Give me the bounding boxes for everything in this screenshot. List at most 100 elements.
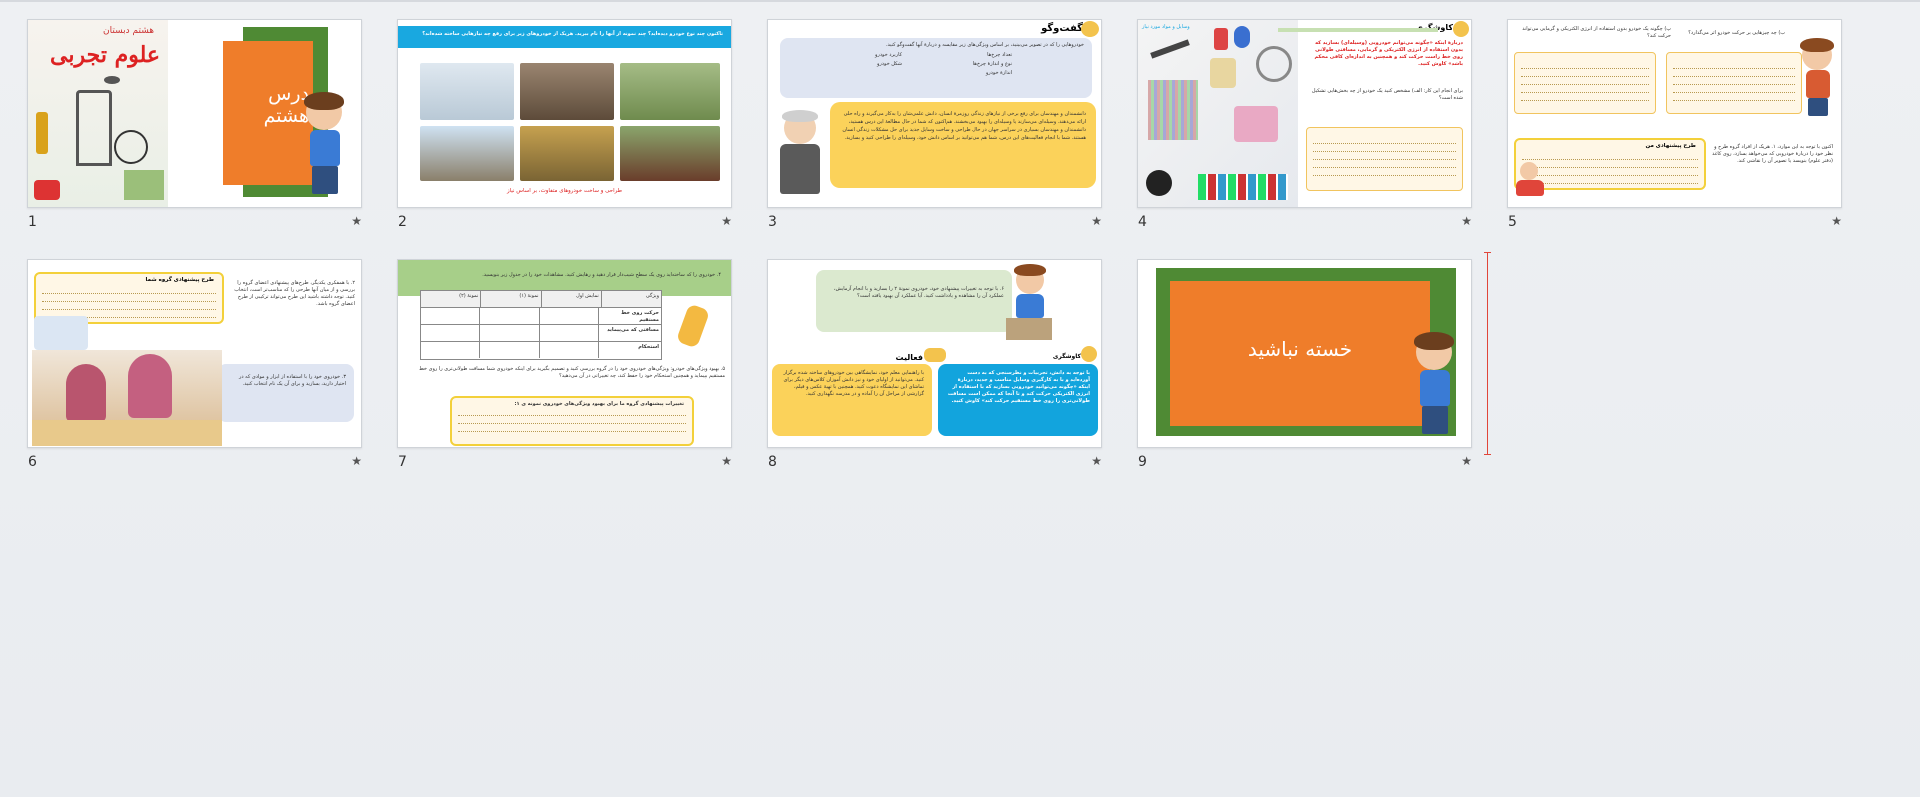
my-design-title: طرح پیشنهادی من <box>1645 143 1696 149</box>
slide-animation-star-icon[interactable]: ★ <box>721 454 732 468</box>
observation-table: ویژگی نمایش اول نمونهٔ (۱) نمونهٔ (۲) حر… <box>420 290 662 360</box>
investigation-text: دربارهٔ اینکه «چگونه می‌توانم خودرویی (و… <box>1314 40 1463 67</box>
group-design-title: طرح پیشنهادی گروه شما <box>145 277 214 283</box>
investigation-heading: کاوشگری <box>1052 353 1081 360</box>
answer-box-p <box>1514 52 1656 114</box>
slide-thumbnail-6[interactable]: طرح پیشنهادی گروه شما ۲. با همفکری یکدیگ… <box>27 259 362 470</box>
slide-animation-star-icon[interactable]: ★ <box>721 214 732 228</box>
slide-thumbnail-4[interactable]: وسایل و مواد مورد نیاز کاوشگری دربارهٔ ا… <box>1137 19 1472 230</box>
activity-kids-icon <box>924 348 946 362</box>
tractor-photo <box>620 126 720 181</box>
slide-thumbnail-5[interactable]: ب) چه چیزهایی بر حرکت خودرو اثر می‌گذارد… <box>1507 19 1842 230</box>
step-6-box: ۶. با توجه به تغییرات پیشنهادی خود، خودر… <box>816 270 1012 332</box>
cover-subtitle: هشتم دبستان <box>103 26 154 36</box>
table-header-cell: نمونهٔ (۱) <box>480 291 540 307</box>
boy-character-image <box>1406 332 1466 442</box>
slide-animation-star-icon[interactable]: ★ <box>1091 454 1102 468</box>
table-cell: حرکت روی خط مستقیم <box>597 308 661 324</box>
boy-at-desk-image <box>1006 264 1052 342</box>
bullet-2: کاربرد خودرو <box>874 52 902 58</box>
bullet-1: تعداد چرخ‌ها <box>987 52 1012 58</box>
improvement-text: ۵. بهبود ویژگی‌های خودرو: ویژگی‌های خودر… <box>419 366 725 379</box>
insertion-cursor <box>1484 252 1491 455</box>
basket-icon <box>34 180 60 200</box>
slide-row-1: علوم تجربی هشتم دبستان درس هشتم 1 ★ تاکن… <box>27 19 1857 259</box>
slide-thumbnail-2[interactable]: تاکنون چند نوع خودرو دیده‌اید؟ چند نمونه… <box>397 19 732 230</box>
discussion-box: خودروهایی را که در تصویر می‌بینید، بر اس… <box>780 38 1092 98</box>
slide-number: 8 <box>768 454 777 470</box>
jeep-photo <box>620 63 720 120</box>
slide-animation-star-icon[interactable]: ★ <box>1091 214 1102 228</box>
cover-title: علوم تجربی <box>50 42 160 68</box>
slide-animation-star-icon[interactable]: ★ <box>1461 214 1472 228</box>
table-header-cell: نمایش اول <box>540 291 601 307</box>
car-carrier-photo <box>420 126 514 181</box>
slide-sorter-grid: علوم تجربی هشتم دبستان درس هشتم 1 ★ تاکن… <box>27 19 1857 499</box>
go-kart-photo <box>520 63 614 120</box>
slide-row-2: طرح پیشنهادی گروه شما ۲. با همفکری یکدیگ… <box>27 259 1857 499</box>
investigation-box: با توجه به دانش، تجربیات و نظرسنجی که به… <box>938 364 1098 436</box>
closing-title: خسته نباشید <box>1247 337 1353 361</box>
bullet-5: اندازهٔ خودرو <box>985 70 1012 76</box>
slide-number: 6 <box>28 454 37 470</box>
table-header-cell: نمونهٔ (۲) <box>459 293 479 299</box>
slide-thumbnail-8[interactable]: ۶. با توجه به تغییرات پیشنهادی خود، خودر… <box>767 259 1102 470</box>
scientist-character-image <box>772 108 828 206</box>
slide-number: 7 <box>398 454 407 470</box>
table-row: استحکام <box>421 342 661 358</box>
slide-heading: گفت‌وگو <box>1041 23 1083 34</box>
slide-thumbnail-7[interactable]: ۴. خودروی را که ساخته‌اید روی یک سطح شیب… <box>397 259 732 470</box>
slide-animation-star-icon[interactable]: ★ <box>1461 454 1472 468</box>
proposed-changes-title: تغییرات پیشنهادی گروه ما برای بهبود ویژگ… <box>514 401 684 407</box>
activity-heading: فعالیت <box>895 353 924 362</box>
drawing-kid-image <box>1512 160 1552 200</box>
question-b: ب) چه چیزهایی بر حرکت خودرو اثر می‌گذارد… <box>1688 30 1785 36</box>
answer-box <box>1306 127 1463 191</box>
boy-with-glasses-image <box>1798 38 1838 118</box>
instruction-text: ۴. خودروی را که ساخته‌اید روی یک سطح شیب… <box>482 272 721 278</box>
answer-box-b <box>1666 52 1802 114</box>
table-header-row: ویژگی نمایش اول نمونهٔ (۱) نمونهٔ (۲) <box>421 291 661 308</box>
table-cell: استحکام <box>597 342 661 358</box>
girls-building-photo <box>32 350 222 446</box>
table-row: حرکت روی خط مستقیم <box>421 308 661 325</box>
slide-number: 4 <box>1138 214 1147 230</box>
bottle-icon <box>36 112 48 154</box>
slide-number: 3 <box>768 214 777 230</box>
bullet-3: نوع و اندازهٔ چرخ‌ها <box>972 61 1012 67</box>
step-3-box: ۳. خودروی خود را با استفاده از ابزار و م… <box>218 364 354 422</box>
slide-thumbnail-1[interactable]: علوم تجربی هشتم دبستان درس هشتم 1 ★ <box>27 19 362 230</box>
heading-bar <box>1278 28 1438 32</box>
slide-thumbnail-3[interactable]: گفت‌وگو خودروهایی را که در تصویر می‌بینی… <box>767 19 1102 230</box>
orange-title-box: خسته نباشید <box>1170 281 1430 426</box>
step-2-text: ۲. با همفکری یکدیگر، طرح‌های پیشنهادی اع… <box>234 280 355 307</box>
question-text: تاکنون چند نوع خودرو دیده‌اید؟ چند نمونه… <box>422 31 723 37</box>
microscope-icon <box>76 90 112 166</box>
investigation-text: با توجه به دانش، تجربیات و نظرسنجی که به… <box>947 370 1090 404</box>
slide-animation-star-icon[interactable]: ★ <box>1831 214 1842 228</box>
grader-photo <box>520 126 614 181</box>
materials-image: وسایل و مواد مورد نیاز <box>1138 20 1298 207</box>
kids-group-icon <box>1081 21 1099 37</box>
intro-text: خودروهایی را که در تصویر می‌بینید، بر اس… <box>885 42 1084 48</box>
bullet-4: شکل خودرو <box>876 61 902 67</box>
activity-text: با راهنمایی معلم خود، نمایشگاهی بین خودر… <box>783 370 924 397</box>
slide-number: 2 <box>398 214 407 230</box>
bird-icon <box>104 76 120 84</box>
table-header-cell: ویژگی <box>600 291 661 307</box>
explorer-kid-icon <box>1081 346 1097 362</box>
question-p: پ) چگونه یک خودرو بدون استفاده از انرژی … <box>1522 26 1671 39</box>
boy-character-image <box>296 92 356 202</box>
explanation-box: دانشمندان و مهندسان برای رفع برخی از نیا… <box>830 102 1096 188</box>
plant-image <box>124 170 164 200</box>
table-cell: مسافتی که می‌پیماید <box>597 325 661 341</box>
slide-number: 1 <box>28 214 37 230</box>
slide-thumbnail-9[interactable]: خسته نباشید 9 ★ <box>1137 259 1472 470</box>
step-3-text: ۳. خودروی خود را با استفاده از ابزار و م… <box>238 374 346 387</box>
slide-animation-star-icon[interactable]: ★ <box>351 454 362 468</box>
slide-number: 9 <box>1138 454 1147 470</box>
explorer-kid-icon <box>1453 21 1469 37</box>
slide-animation-star-icon[interactable]: ★ <box>351 214 362 228</box>
step-6-text: ۶. با توجه به تغییرات پیشنهادی خود، خودر… <box>833 286 1004 299</box>
pencil-character-icon <box>675 303 711 349</box>
